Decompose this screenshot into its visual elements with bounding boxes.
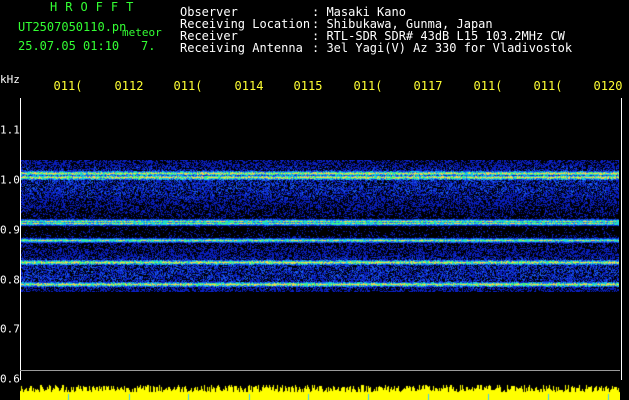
frequency-tick: 0.7: [0, 322, 20, 336]
frequency-tick: 0.9: [0, 223, 20, 237]
amplitude-strip: [20, 380, 620, 400]
count-value: 7.: [141, 39, 156, 53]
frequency-tick: 0.8: [0, 273, 20, 287]
time-tick: 011(: [353, 79, 383, 93]
time-tick: 0117: [413, 79, 443, 93]
frequency-tick: 1.0: [0, 173, 20, 187]
frequency-tick: 1.1: [0, 123, 20, 137]
time-tick: 0120: [593, 79, 623, 93]
spectrogram-waterfall: [21, 160, 619, 292]
file-name: UT2507050110.pn: [18, 20, 127, 34]
time-tick: 0114: [234, 79, 264, 93]
time-tick: 0112: [114, 79, 144, 93]
time-tick: 011(: [533, 79, 563, 93]
time-tick: 011(: [473, 79, 503, 93]
date-time: 25.07.05 01:10: [18, 39, 120, 53]
time-tick: 0115: [293, 79, 323, 93]
antenna-value: : 3el Yagi(V) Az 330 for Vladivostok: [312, 41, 573, 55]
time-tick: 011(: [173, 79, 203, 93]
app-title: HROFFT: [50, 0, 142, 14]
baseline-line: [20, 370, 620, 371]
mode-label: meteor: [122, 26, 162, 39]
antenna-label: Receiving Antenna: [180, 41, 303, 55]
frequency-tick: 0.6: [0, 372, 20, 386]
frequency-unit-label: kHz: [0, 73, 20, 86]
time-tick: 011(: [53, 79, 83, 93]
